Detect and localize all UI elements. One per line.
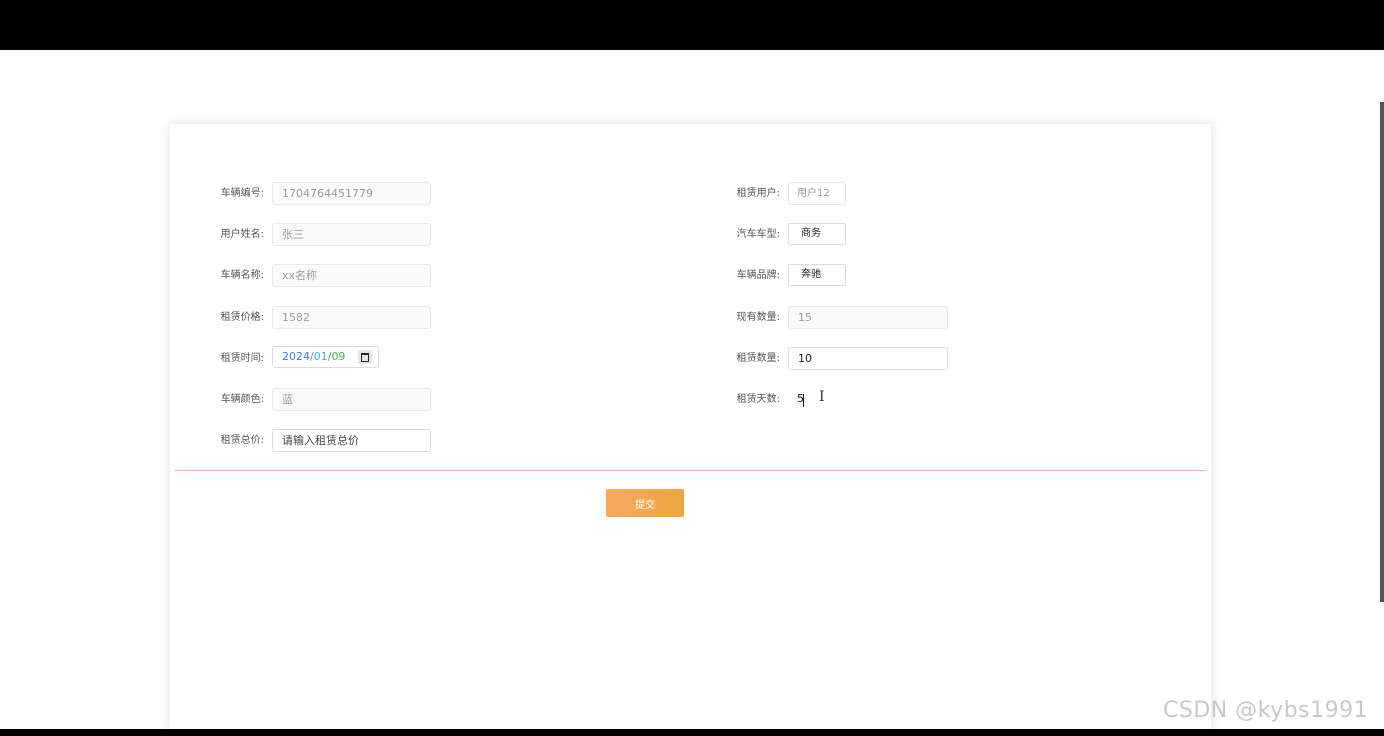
label-vehicle-brand: 车辆品牌: <box>736 270 780 281</box>
label-rental-quantity: 租赁数量: <box>736 353 780 364</box>
label-user-name: 用户姓名: <box>220 229 264 240</box>
label-vehicle-color: 车辆颜色: <box>220 394 264 405</box>
label-vehicle-number: 车辆编号: <box>220 188 264 199</box>
stock-quantity-field[interactable]: 15 <box>788 306 948 329</box>
label-rental-price: 租赁价格: <box>220 312 264 323</box>
submit-button[interactable]: 提交 <box>606 489 684 517</box>
label-rental-days: 租赁天数: <box>736 394 780 405</box>
date-year[interactable]: 2024 <box>282 350 310 363</box>
page-scrollbar[interactable] <box>1380 102 1384 602</box>
form-divider <box>174 470 1207 471</box>
window-top-bar <box>0 0 1384 50</box>
label-rental-user: 租赁用户: <box>736 188 780 199</box>
rental-user-field[interactable]: 用户12 <box>788 182 846 205</box>
watermark-text: CSDN @kybs1991 <box>1163 698 1369 723</box>
text-caret <box>803 394 804 407</box>
label-rental-date: 租赁时间: <box>220 353 264 364</box>
calendar-icon[interactable] <box>358 350 372 364</box>
car-type-select[interactable]: 商务 <box>788 223 846 245</box>
vehicle-number-field[interactable]: 1704764451779 <box>272 182 431 205</box>
rental-date-input[interactable]: 2024/01/09 <box>272 346 379 368</box>
label-stock-quantity: 现有数量: <box>736 312 780 323</box>
label-vehicle-name: 车辆名称: <box>220 270 264 281</box>
date-month[interactable]: 01 <box>314 350 328 363</box>
label-total-price: 租赁总价: <box>220 435 264 446</box>
vehicle-brand-select[interactable]: 奔驰 <box>788 264 846 286</box>
label-car-type: 汽车车型: <box>736 229 780 240</box>
vehicle-color-field[interactable]: 蓝 <box>272 388 431 411</box>
total-price-input[interactable]: 请输入租赁总价 <box>272 429 431 452</box>
rental-price-field[interactable]: 1582 <box>272 306 431 329</box>
ibeam-cursor-icon: I <box>819 389 825 405</box>
date-day[interactable]: 09 <box>331 350 345 363</box>
rental-quantity-input[interactable]: 10 <box>788 347 948 370</box>
vehicle-name-field[interactable]: xx名称 <box>272 264 431 287</box>
window-bottom-bar <box>0 729 1384 736</box>
user-name-field[interactable]: 张三 <box>272 223 431 246</box>
